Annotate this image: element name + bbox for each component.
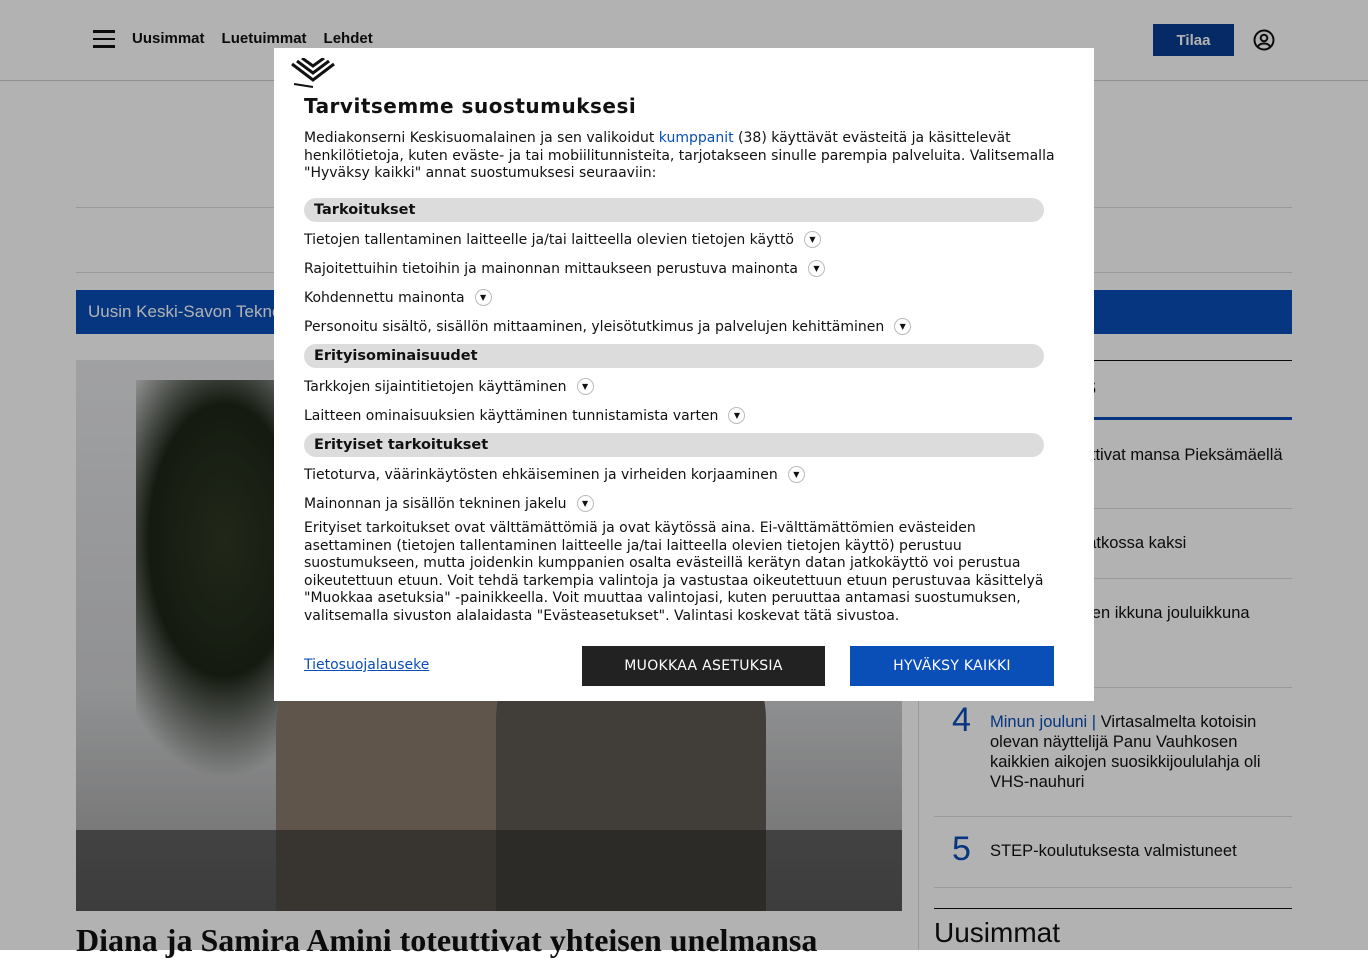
chevron-down-icon[interactable]: ▼ — [787, 466, 805, 483]
purpose-label: Personoitu sisältö, sisällön mittaaminen… — [304, 318, 885, 335]
purpose-label: Kohdennettu mainonta — [304, 289, 465, 306]
chevron-down-icon[interactable]: ▼ — [474, 289, 492, 306]
special-label: Tietoturva, väärinkäytösten ehkäiseminen… — [304, 466, 778, 483]
chevron-down-icon[interactable]: ▼ — [728, 407, 746, 424]
special-label: Mainonnan ja sisällön tekninen jakelu — [304, 495, 567, 512]
chevron-down-icon[interactable]: ▼ — [576, 378, 594, 395]
edit-settings-button[interactable]: MUOKKAA ASETUKSIA — [582, 646, 825, 686]
publisher-logo-icon — [291, 58, 335, 88]
purpose-label: Tietojen tallentaminen laitteelle ja/tai… — [304, 231, 794, 248]
feature-label: Tarkkojen sijaintitietojen käyttäminen — [304, 378, 567, 395]
purpose-item[interactable]: Tietojen tallentaminen laitteelle ja/tai… — [304, 231, 821, 248]
chevron-down-icon[interactable]: ▼ — [576, 495, 594, 512]
feature-label: Laitteen ominaisuuksien käyttäminen tunn… — [304, 407, 719, 424]
partners-link[interactable]: kumppanit — [659, 130, 734, 146]
section-special: Erityiset tarkoitukset — [304, 433, 1044, 457]
purpose-label: Rajoitettuihin tietoihin ja mainonnan mi… — [304, 260, 798, 277]
dialog-title: Tarvitsemme suostumuksesi — [304, 94, 637, 118]
chevron-down-icon[interactable]: ▼ — [807, 260, 825, 277]
news-page: Uusimmat Luetuimmat Lehdet Tilaa Uusin K… — [0, 0, 1368, 958]
chevron-down-icon[interactable]: ▼ — [803, 231, 821, 248]
feature-item[interactable]: Laitteen ominaisuuksien käyttäminen tunn… — [304, 407, 746, 424]
special-item[interactable]: Mainonnan ja sisällön tekninen jakelu ▼ — [304, 495, 594, 512]
privacy-policy-link[interactable]: Tietosuojalauseke — [304, 657, 429, 673]
dialog-intro: Mediakonserni Keskisuomalainen ja sen va… — [304, 130, 1064, 183]
purpose-item[interactable]: Kohdennettu mainonta ▼ — [304, 289, 492, 306]
purpose-item[interactable]: Personoitu sisältö, sisällön mittaaminen… — [304, 318, 912, 335]
purpose-item[interactable]: Rajoitettuihin tietoihin ja mainonnan mi… — [304, 260, 825, 277]
consent-dialog: Tarvitsemme suostumuksesi Mediakonserni … — [274, 48, 1094, 701]
chevron-down-icon[interactable]: ▼ — [894, 318, 912, 335]
section-purposes: Tarkoitukset — [304, 198, 1044, 222]
accept-all-button[interactable]: HYVÄKSY KAIKKI — [850, 646, 1054, 686]
feature-item[interactable]: Tarkkojen sijaintitietojen käyttäminen ▼ — [304, 378, 594, 395]
section-features: Erityisominaisuudet — [304, 344, 1044, 368]
consent-note: Erityiset tarkoitukset ovat välttämättöm… — [304, 520, 1044, 624]
intro-text: Mediakonserni Keskisuomalainen ja sen va… — [304, 130, 659, 146]
special-item[interactable]: Tietoturva, väärinkäytösten ehkäiseminen… — [304, 466, 805, 483]
